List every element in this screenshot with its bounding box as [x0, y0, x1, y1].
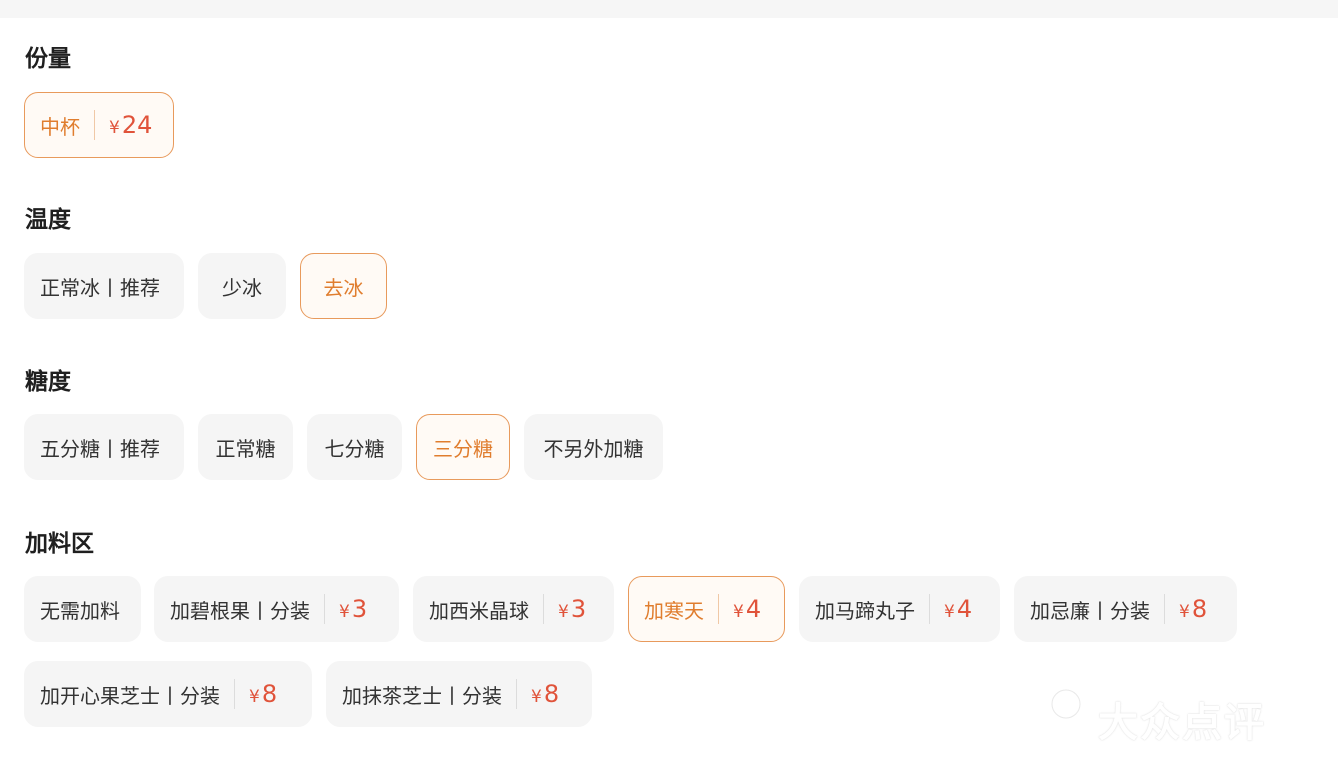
option-label: 少冰	[222, 275, 262, 300]
option-price: ¥8	[531, 680, 559, 708]
section-title-sugar: 糖度	[25, 369, 71, 395]
currency-symbol: ¥	[249, 687, 260, 707]
option-sugar-thirty[interactable]: 三分糖	[416, 414, 510, 480]
currency-symbol: ¥	[733, 602, 744, 622]
option-sugar-half[interactable]: 五分糖丨推荐	[24, 414, 184, 480]
option-price: ¥3	[558, 595, 586, 623]
option-price: ¥4	[733, 595, 761, 623]
option-label: 七分糖	[324, 436, 385, 461]
option-topping-sago[interactable]: 加西米晶球 ¥3	[413, 576, 614, 642]
option-label: 中杯	[40, 114, 80, 139]
currency-symbol: ¥	[1179, 602, 1190, 622]
option-label: 去冰	[323, 275, 364, 300]
price-amount: 3	[351, 595, 368, 623]
option-temperature-less-ice[interactable]: 少冰	[198, 253, 286, 319]
divider	[1164, 594, 1165, 624]
option-topping-agar[interactable]: 加寒天 ¥4	[628, 576, 785, 642]
divider	[324, 594, 325, 624]
section-title-temperature: 温度	[25, 207, 71, 233]
option-sugar-none[interactable]: 不另外加糖	[524, 414, 663, 480]
option-label: 加抹茶芝士丨分装	[342, 683, 502, 708]
dianping-watermark: 大众点评	[1034, 688, 1266, 750]
option-label: 加忌廉丨分装	[1030, 598, 1150, 623]
currency-symbol: ¥	[339, 602, 350, 622]
option-label: 正常糖	[215, 436, 276, 461]
option-label: 无需加料	[40, 598, 120, 623]
option-label: 加马蹄丸子	[815, 598, 915, 623]
top-bar	[0, 0, 1338, 18]
divider	[94, 110, 95, 140]
option-sugar-normal[interactable]: 正常糖	[198, 414, 293, 480]
price-amount: 4	[745, 595, 762, 623]
price-amount: 8	[1191, 595, 1208, 623]
dianping-logo-icon	[1040, 689, 1092, 746]
option-label: 加开心果芝士丨分装	[40, 683, 220, 708]
section-title-toppings: 加料区	[25, 531, 94, 557]
option-temperature-no-ice[interactable]: 去冰	[300, 253, 387, 319]
option-label: 三分糖	[433, 436, 493, 461]
price-amount: 24	[121, 111, 153, 139]
option-topping-cream[interactable]: 加忌廉丨分装 ¥8	[1014, 576, 1237, 642]
option-price: ¥24	[109, 111, 152, 139]
divider	[516, 679, 517, 709]
option-label: 五分糖丨推荐	[40, 436, 160, 461]
option-label: 加西米晶球	[429, 598, 529, 623]
currency-symbol: ¥	[558, 602, 569, 622]
option-price: ¥4	[944, 595, 972, 623]
price-amount: 8	[261, 680, 278, 708]
option-topping-pistachio-cheese[interactable]: 加开心果芝士丨分装 ¥8	[24, 661, 312, 727]
price-amount: 4	[956, 595, 973, 623]
option-label: 加寒天	[644, 598, 704, 623]
option-topping-matcha-cheese[interactable]: 加抹茶芝士丨分装 ¥8	[326, 661, 592, 727]
option-topping-water-chestnut[interactable]: 加马蹄丸子 ¥4	[799, 576, 1000, 642]
currency-symbol: ¥	[109, 118, 120, 138]
option-sugar-seventy[interactable]: 七分糖	[307, 414, 402, 480]
option-label: 加碧根果丨分装	[170, 598, 310, 623]
watermark-text: 大众点评	[1098, 700, 1266, 746]
currency-symbol: ¥	[944, 602, 955, 622]
section-title-size: 份量	[25, 46, 71, 72]
price-amount: 3	[570, 595, 587, 623]
divider	[234, 679, 235, 709]
option-label: 正常冰丨推荐	[40, 275, 160, 300]
divider	[543, 594, 544, 624]
option-topping-none[interactable]: 无需加料	[24, 576, 141, 642]
currency-symbol: ¥	[531, 687, 542, 707]
price-amount: 8	[543, 680, 560, 708]
divider	[718, 594, 719, 624]
option-price: ¥8	[249, 680, 277, 708]
option-price: ¥8	[1179, 595, 1207, 623]
option-size-medium[interactable]: 中杯 ¥24	[24, 92, 174, 158]
option-temperature-normal-ice[interactable]: 正常冰丨推荐	[24, 253, 184, 319]
option-label: 不另外加糖	[543, 436, 644, 461]
option-topping-pecan[interactable]: 加碧根果丨分装 ¥3	[154, 576, 399, 642]
option-price: ¥3	[339, 595, 367, 623]
divider	[929, 594, 930, 624]
